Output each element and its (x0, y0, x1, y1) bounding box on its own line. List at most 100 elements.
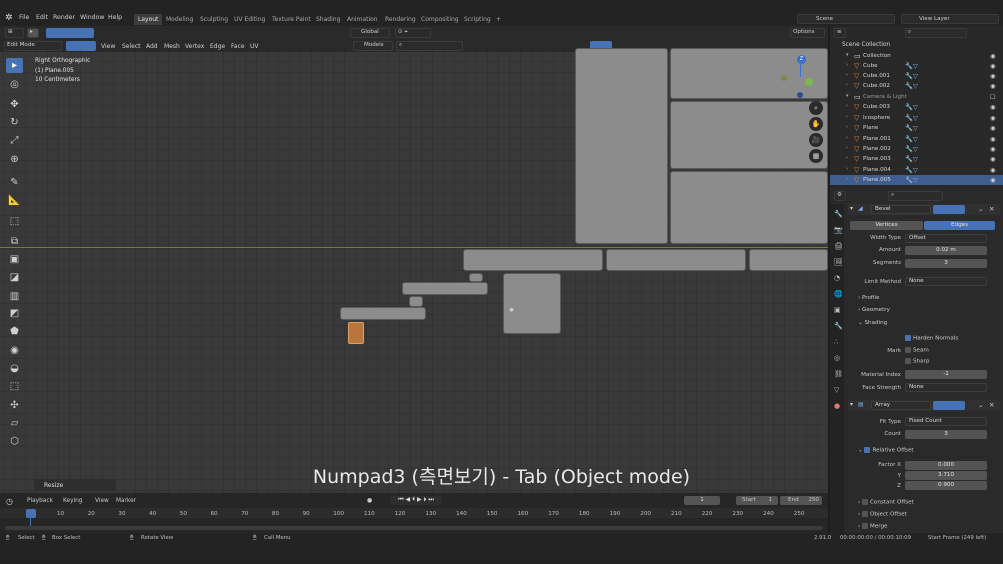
mesh-stair-step-2[interactable] (340, 307, 426, 320)
annotate-tool[interactable]: ✎ (6, 175, 23, 190)
sharp-checkbox[interactable]: Sharp (905, 358, 929, 365)
outliner-row-cube-001[interactable]: › ▽ Cube.001 🔧▽ ◉ (830, 71, 1003, 81)
spin-tool[interactable]: ◉ (6, 343, 23, 358)
view-layer-selector[interactable]: View Layer (901, 14, 999, 24)
mesh-shelf-middle[interactable] (606, 249, 746, 271)
tab-scripting[interactable]: Scripting (460, 14, 495, 25)
visibility-eye-icon[interactable]: ◉ (990, 62, 996, 70)
amount-field[interactable]: 0.02 m (905, 246, 987, 255)
transform-orientation-dropdown[interactable]: Global (350, 28, 390, 38)
data-tab-icon[interactable]: ▽ (834, 386, 839, 394)
visibility-eye-icon[interactable]: ◉ (990, 52, 996, 60)
merge-check-icon[interactable] (862, 523, 869, 529)
face-strength-dropdown[interactable]: None (905, 383, 987, 392)
bevel-visibility-toggles[interactable] (933, 205, 965, 214)
tab-shading[interactable]: Shading (312, 14, 344, 25)
expand-chevron-icon[interactable]: › (846, 135, 848, 141)
shear-tool[interactable]: ▱ (6, 416, 23, 431)
menu-uv[interactable]: UV (250, 43, 259, 50)
visibility-eye-icon[interactable]: ◉ (990, 155, 996, 163)
visibility-eye-icon[interactable]: ◉ (990, 103, 996, 111)
object-offset-panel[interactable]: › Object Offset (858, 511, 907, 518)
geometry-panel[interactable]: › Geometry (858, 307, 890, 313)
pivot-snap-icon[interactable]: ⊙ ⌖ (395, 28, 431, 38)
menu-vertex[interactable]: Vertex (185, 43, 204, 50)
smooth-tool[interactable]: ◒ (6, 361, 23, 376)
modifier-tab-icon[interactable]: 🔧 (834, 322, 843, 330)
merge-panel[interactable]: › Merge (858, 523, 887, 530)
tool-tab-icon[interactable]: 🔧 (834, 210, 843, 218)
current-frame-field[interactable]: 1 (684, 496, 720, 505)
menu-edit[interactable]: Edit (36, 14, 48, 21)
expand-chevron-icon[interactable]: › (846, 124, 848, 130)
tab-uv-editing[interactable]: UV Editing (230, 14, 269, 25)
selection-mode-buttons[interactable] (46, 28, 94, 38)
outliner-row-cube[interactable]: › ▽ Cube 🔧▽ ◉ (830, 61, 1003, 71)
rotate-tool[interactable]: ↻ (6, 115, 23, 130)
playback-controls[interactable]: ⏮ ◀ ⏴ ▶ ⏵ ⏭ (390, 496, 442, 505)
expand-chevron-icon[interactable]: › (846, 72, 848, 78)
count-field[interactable]: 3 (905, 430, 987, 439)
render-tab-icon[interactable]: 📷 (834, 226, 843, 234)
scale-tool[interactable]: ⤢ (6, 133, 23, 148)
outliner-row-plane-003[interactable]: › ▽ Plane.003 🔧▽ ◉ (830, 154, 1003, 164)
expand-chevron-icon[interactable]: ▾ (846, 52, 849, 58)
mesh-tall-block[interactable] (575, 48, 668, 244)
editor-type-icon[interactable]: ⊞ (5, 28, 24, 38)
extrude-tool[interactable]: ⧉ (6, 234, 23, 249)
blender-logo-icon[interactable]: ✲ (5, 13, 13, 23)
expand-chevron-icon[interactable]: › (846, 166, 848, 172)
limit-method-dropdown[interactable]: None (905, 277, 987, 286)
menu-window[interactable]: Window (80, 14, 104, 21)
properties-search[interactable]: ⌕ (888, 191, 943, 201)
outliner-row-cube-002[interactable]: › ▽ Cube.002 🔧▽ ◉ (830, 81, 1003, 91)
tab-modeling[interactable]: Modeling (162, 14, 197, 25)
particles-tab-icon[interactable]: ∴ (834, 338, 838, 346)
output-tab-icon[interactable]: 🖨 (834, 242, 843, 250)
gizmo-neg-y[interactable] (781, 75, 787, 81)
expand-chevron-icon[interactable]: › (846, 82, 848, 88)
mesh-shelf-left[interactable] (463, 249, 603, 271)
start-frame-field[interactable]: Start 1 (736, 496, 778, 505)
view-layer-tab-icon[interactable]: 🖼 (834, 258, 843, 266)
array-visibility-toggles[interactable] (933, 401, 965, 410)
segments-field[interactable]: 3 (905, 259, 987, 268)
visibility-eye-icon[interactable]: ◉ (990, 166, 996, 174)
outliner-row-icosphere[interactable]: › ▽ Icosphere 🔧▽ ◉ (830, 113, 1003, 123)
physics-tab-icon[interactable]: ◎ (834, 354, 840, 362)
gizmo-neg-z[interactable] (797, 92, 803, 98)
tab-texture-paint[interactable]: Texture Paint (268, 14, 315, 25)
ortho-grid-icon[interactable]: ▦ (809, 149, 823, 163)
select-mode-icon[interactable]: ▸ (27, 28, 39, 38)
snap-target-dropdown[interactable]: Models (353, 41, 393, 51)
menu-face[interactable]: Face (231, 43, 245, 50)
exclude-checkbox-icon[interactable]: ☐ (990, 93, 996, 101)
menu-file[interactable]: File (19, 14, 29, 21)
measure-tool[interactable]: 📐 (6, 193, 23, 208)
scene-collection-label[interactable]: Scene Collection (842, 42, 890, 48)
affect-edges-button[interactable]: Edges (924, 221, 995, 230)
knife-tool[interactable]: ◩ (6, 306, 23, 321)
gizmo-y-axis[interactable] (805, 78, 813, 86)
object-tab-icon[interactable]: ▣ (834, 306, 841, 314)
mesh-select-mode[interactable] (66, 41, 96, 51)
visibility-eye-icon[interactable]: ◉ (990, 72, 996, 80)
outliner-row-collection[interactable]: ▾ ▭ Collection ◉ (830, 51, 1003, 61)
record-icon[interactable]: ● (367, 497, 372, 504)
rip-region-tool[interactable]: ⬡ (6, 434, 23, 449)
affect-vertices-button[interactable]: Vertices (850, 221, 923, 230)
mesh-lower-panel[interactable] (670, 171, 828, 244)
poly-build-tool[interactable]: ⬟ (6, 324, 23, 339)
bevel-name-field[interactable]: Bevel (871, 205, 931, 214)
harden-normals-checkbox[interactable]: Harden Normals (905, 335, 958, 342)
visibility-eye-icon[interactable]: ◉ (990, 124, 996, 132)
outliner-row-plane-005[interactable]: › ▽ Plane.005 🔧▽ ◉ (830, 175, 1003, 186)
menu-mesh[interactable]: Mesh (164, 43, 180, 50)
mesh-stair-riser-1[interactable] (469, 273, 483, 282)
add-cube-tool[interactable]: ⬚ (6, 214, 23, 229)
timeline-menu-keying[interactable]: Keying (63, 498, 82, 504)
loop-cut-tool[interactable]: ▥ (6, 289, 23, 304)
gizmo-z-axis[interactable]: Z (797, 55, 806, 64)
bevel-remove-icon[interactable]: ✕ (989, 205, 994, 213)
timeline-editor-icon[interactable]: ◷ (6, 497, 13, 506)
